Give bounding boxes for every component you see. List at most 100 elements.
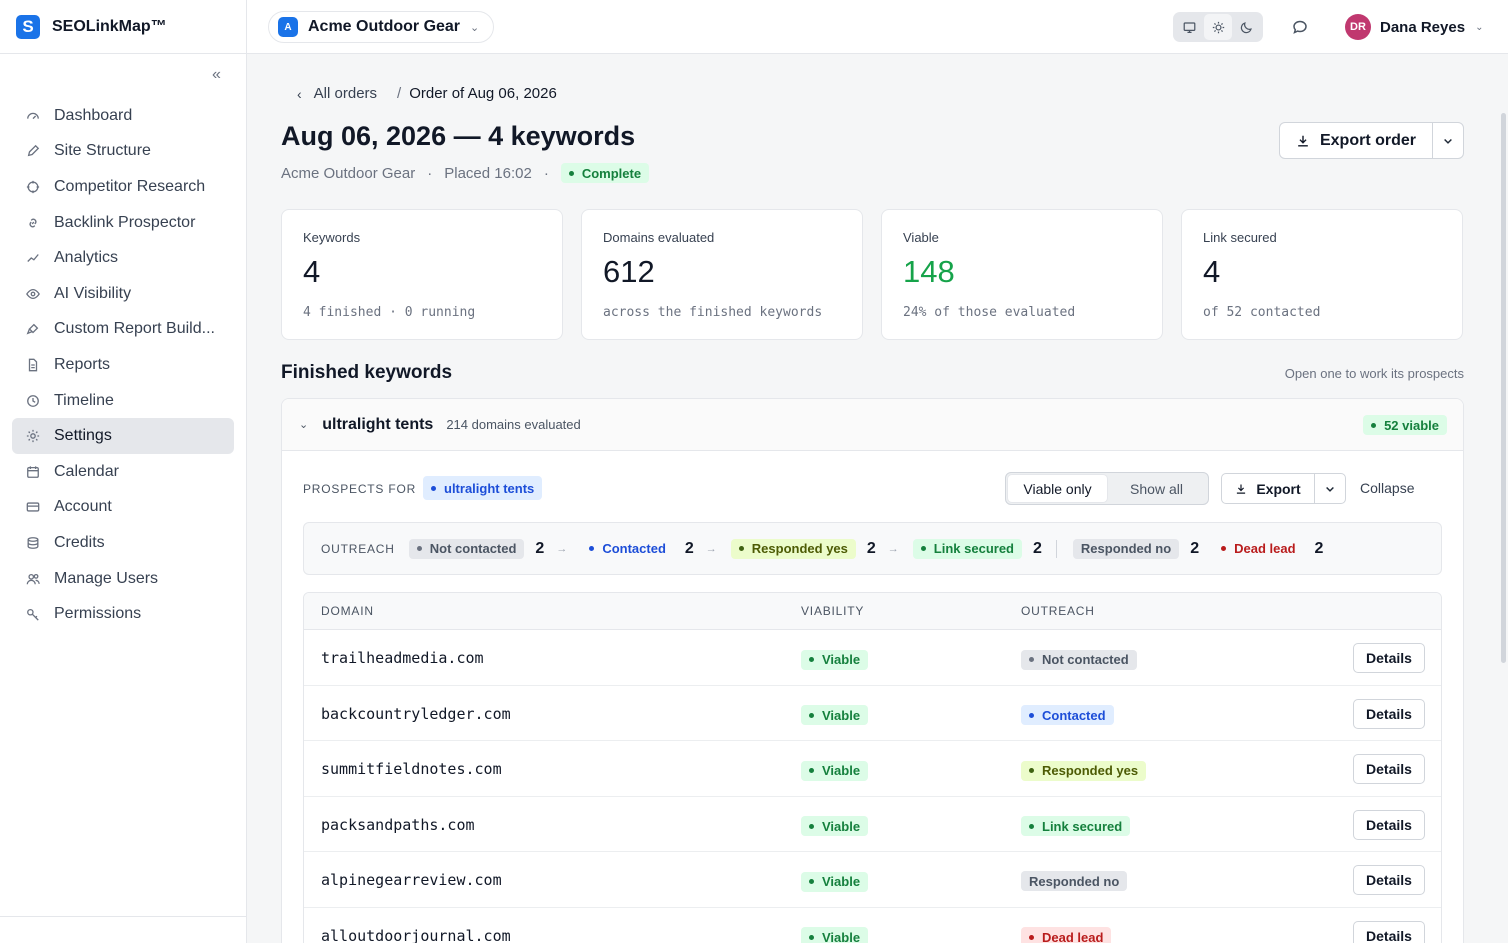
gauge-icon — [26, 109, 40, 123]
sidebar-item-competitor-research[interactable]: Competitor Research — [12, 169, 234, 205]
stat-value: 148 — [903, 254, 955, 289]
export-order-menu-button[interactable] — [1433, 123, 1463, 158]
collapse-button[interactable]: Collapse — [1360, 480, 1414, 496]
breadcrumb: ‹ All orders / Order of Aug 06, 2026 — [297, 85, 557, 102]
sidebar-item-permissions[interactable]: Permissions — [12, 596, 234, 632]
stat-card-domains-evaluated: Domains evaluated 612 across the finishe… — [581, 209, 863, 340]
topbar: A Acme Outdoor Gear ⌄ DR Dana Reyes ⌄ — [247, 0, 1508, 54]
status-text: Complete — [581, 165, 642, 181]
sidebar-item-manage-users[interactable]: Manage Users — [12, 561, 234, 597]
outreach-badge: Contacted — [1021, 705, 1114, 725]
order-meta: Acme Outdoor Gear · Placed 16:02 · Compl… — [281, 163, 650, 183]
stage-label: Responded no — [1080, 541, 1172, 556]
chevron-down-icon — [1444, 138, 1452, 144]
sidebar-item-settings[interactable]: Settings — [12, 418, 234, 454]
details-button[interactable]: Details — [1353, 865, 1425, 895]
filter-viable-only[interactable]: Viable only — [1008, 475, 1107, 502]
double-chevron-left-icon[interactable]: « — [212, 66, 221, 84]
outreach-text: Responded yes — [1042, 763, 1139, 778]
sidebar-item-backlink-prospector[interactable]: Backlink Prospector — [12, 205, 234, 241]
breadcrumb-all-orders[interactable]: All orders — [314, 85, 377, 102]
chevron-down-icon — [1326, 486, 1334, 492]
brand-name: SEOLinkMap™ — [52, 17, 167, 35]
stat-value: 612 — [603, 254, 655, 289]
chevron-left-icon[interactable]: ‹ — [297, 86, 302, 102]
brand[interactable]: S SEOLinkMap™ — [0, 0, 246, 54]
workspace-switcher[interactable]: A Acme Outdoor Gear ⌄ — [268, 11, 495, 43]
details-button[interactable]: Details — [1353, 920, 1425, 943]
sidebar-item-credits[interactable]: Credits — [12, 525, 234, 561]
column-header-outreach[interactable]: OUTREACH — [1021, 604, 1095, 618]
export-order-label: Export order — [1319, 131, 1416, 149]
details-button[interactable]: Details — [1353, 754, 1425, 784]
download-icon — [1298, 135, 1308, 147]
sidebar-item-analytics[interactable]: Analytics — [12, 240, 234, 276]
sidebar-item-custom-report-builder[interactable]: Custom Report Build... — [12, 312, 234, 348]
moon-icon[interactable] — [1232, 14, 1261, 40]
filter-show-all[interactable]: Show all — [1107, 475, 1206, 502]
outreach-summary-label: OUTREACH — [321, 541, 395, 556]
export-button[interactable]: Export — [1222, 474, 1315, 503]
stage-badge-not-contacted[interactable]: Not contacted — [408, 538, 525, 559]
sidebar-item-account[interactable]: Account — [12, 490, 234, 526]
sidebar-item-dashboard[interactable]: Dashboard — [12, 98, 234, 134]
outreach-badge: Dead lead — [1021, 927, 1112, 943]
sidebar-item-label: Settings — [54, 427, 112, 445]
viability-badge: Viable — [801, 760, 869, 781]
sidebar-nav: Dashboard Site Structure Competitor Rese… — [12, 98, 234, 632]
sidebar-item-site-structure[interactable]: Site Structure — [12, 134, 234, 170]
table-row: packsandpaths.com Viable Link secured De… — [304, 797, 1441, 852]
sidebar-item-ai-visibility[interactable]: AI Visibility — [12, 276, 234, 312]
scrollbar[interactable] — [1501, 113, 1506, 663]
column-header-domain[interactable]: DOMAIN — [321, 604, 374, 618]
outreach-badge: Responded yes — [1021, 760, 1147, 781]
details-button[interactable]: Details — [1353, 643, 1425, 673]
keyword-header[interactable]: ⌄ ultralight tents 214 domains evaluated… — [282, 399, 1463, 451]
section-hint: Open one to work its prospects — [1284, 366, 1464, 381]
stat-label: Keywords — [303, 230, 361, 245]
stage-label: Responded yes — [751, 541, 848, 556]
stage-badge-link-secured[interactable]: Link secured — [912, 538, 1022, 559]
order-client: Acme Outdoor Gear — [281, 164, 416, 182]
stage-label: Dead lead — [1234, 541, 1296, 556]
outreach-text: Not contacted — [1042, 652, 1129, 667]
outreach-badge: Not contacted — [1021, 649, 1137, 670]
chevron-down-icon[interactable]: ⌄ — [299, 418, 308, 431]
outreach-text: Contacted — [1042, 707, 1106, 723]
sidebar-item-timeline[interactable]: Timeline — [12, 383, 234, 419]
export-menu-button[interactable] — [1315, 474, 1345, 503]
sidebar-item-label: Analytics — [54, 249, 119, 267]
stat-card-link-secured: Link secured 4 of 52 contacted — [1181, 209, 1463, 340]
table-row: trailheadmedia.com Viable Not contacted … — [304, 630, 1441, 686]
workspace-name: Acme Outdoor Gear — [308, 18, 461, 35]
stage-badge-dead-lead[interactable]: Dead lead — [1213, 539, 1303, 559]
stat-label: Domains evaluated — [603, 230, 715, 245]
stage-badge-responded-yes[interactable]: Responded yes — [730, 538, 856, 559]
sun-icon[interactable] — [1203, 14, 1233, 40]
row-domain: alpinegearreview.com — [321, 871, 502, 889]
target-icon — [26, 180, 40, 194]
sidebar-item-label: Permissions — [54, 605, 142, 623]
monitor-icon[interactable] — [1175, 14, 1204, 40]
message-icon[interactable] — [1292, 19, 1308, 35]
order-placed-time: Placed 16:02 — [444, 164, 532, 182]
stage-badge-contacted[interactable]: Contacted — [581, 539, 674, 559]
outreach-text: Dead lead — [1042, 929, 1104, 943]
column-header-viability[interactable]: VIABILITY — [801, 604, 864, 618]
sidebar-item-label: Credits — [54, 533, 105, 551]
stage-count: 2 — [866, 539, 876, 557]
user-menu[interactable]: DR Dana Reyes ⌄ — [1345, 14, 1483, 40]
stat-sub: 24% of those evaluated — [903, 305, 1076, 320]
sidebar-item-label: Manage Users — [54, 569, 159, 587]
details-button[interactable]: Details — [1353, 698, 1425, 729]
arrow-right-icon: → — [887, 542, 899, 555]
user-name: Dana Reyes — [1380, 18, 1466, 36]
sidebar-item-reports[interactable]: Reports — [12, 347, 234, 383]
sidebar-item-calendar[interactable]: Calendar — [12, 454, 234, 490]
viability-text: Viable — [822, 652, 861, 667]
details-button[interactable]: Details — [1353, 809, 1425, 840]
export-label: Export — [1256, 480, 1301, 497]
stage-badge-responded-no[interactable]: Responded no — [1072, 538, 1180, 559]
export-order-button[interactable]: Export order — [1280, 123, 1433, 158]
calendar-icon — [26, 465, 40, 479]
